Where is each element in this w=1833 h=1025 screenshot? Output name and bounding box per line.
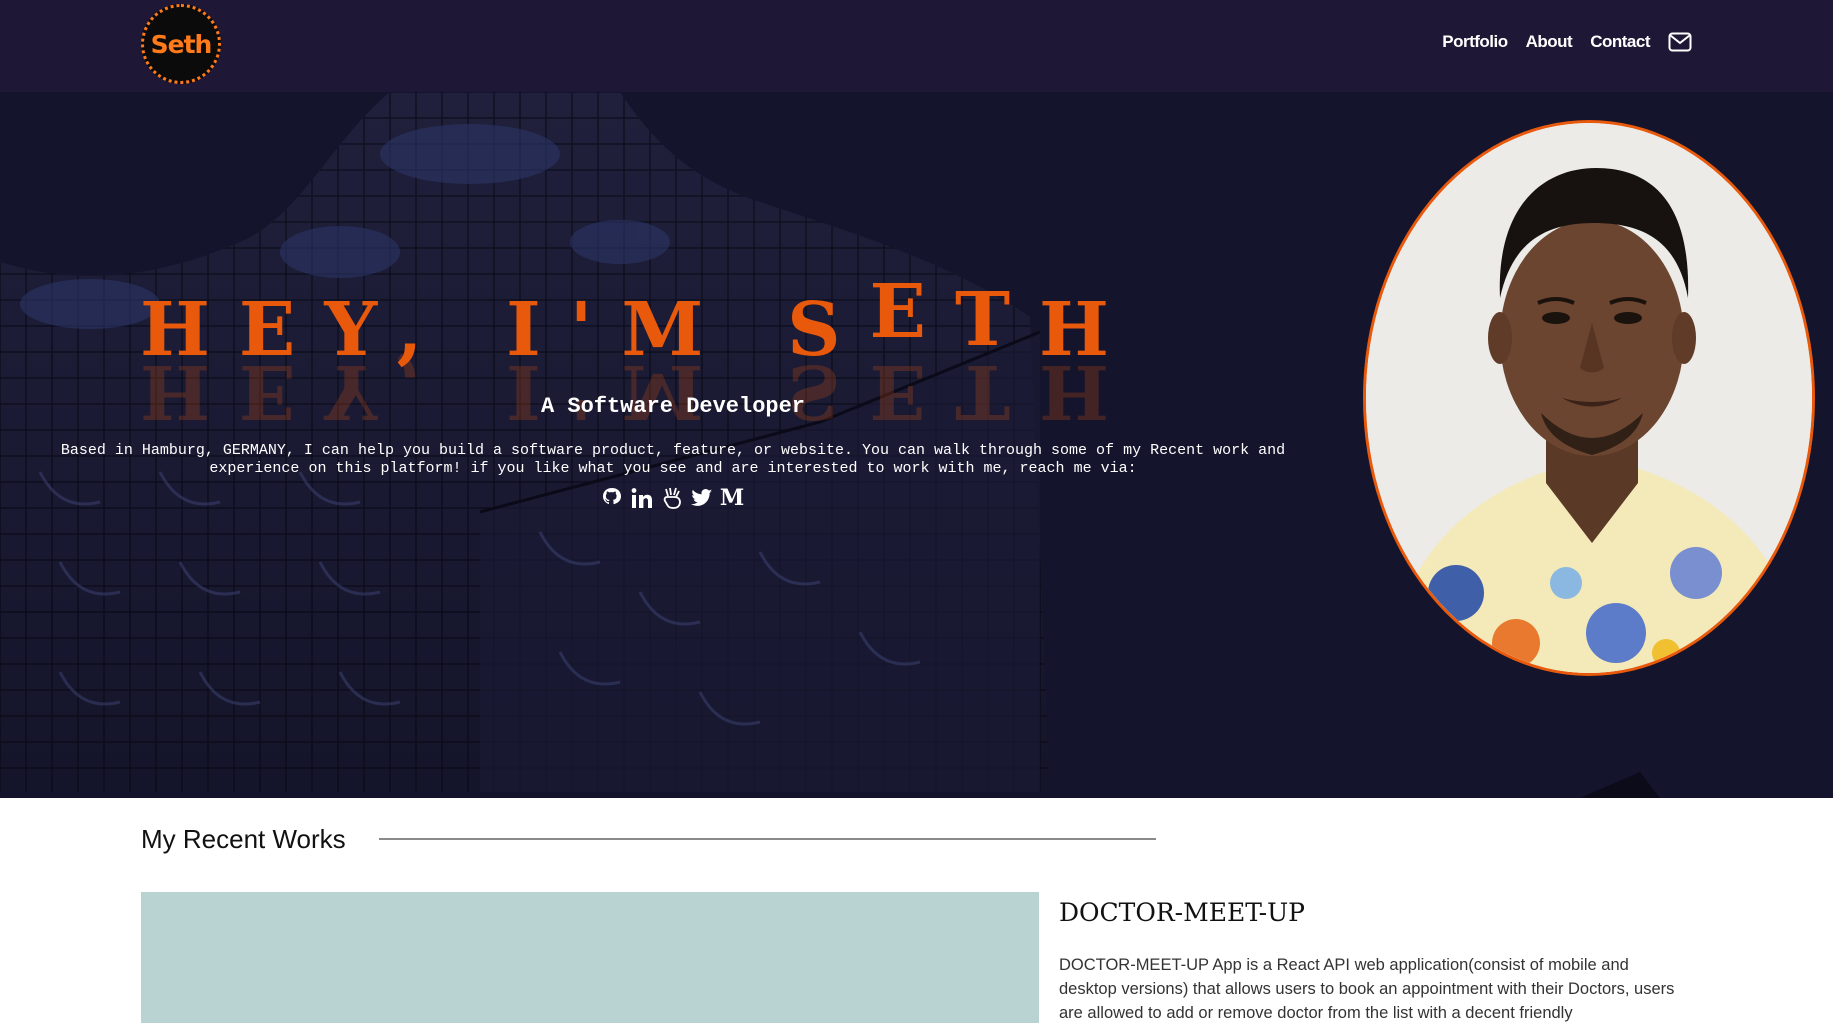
medium-glyph: M xyxy=(719,485,745,511)
hero-title-letter-e: E xyxy=(869,269,955,355)
navbar: Seth Portfolio About Contact xyxy=(0,0,1833,92)
linkedin-icon[interactable] xyxy=(630,486,654,510)
project-description: DOCTOR-MEET-UP App is a React API web ap… xyxy=(1059,956,1675,1022)
hero-section: HEY, I'M SETH HEY, I'M SETH A Software D… xyxy=(0,92,1833,798)
angellist-icon[interactable] xyxy=(660,486,684,510)
logo[interactable]: Seth xyxy=(141,4,221,84)
github-icon[interactable] xyxy=(600,486,624,510)
profile-portrait xyxy=(1363,120,1815,676)
logo-text: Seth xyxy=(150,29,213,59)
nav-links: Portfolio About Contact xyxy=(1424,32,1692,52)
hero-title-reflection: HEY, I'M SETH xyxy=(140,348,1138,434)
portrait-image xyxy=(1366,123,1812,673)
medium-icon[interactable]: M xyxy=(719,485,745,511)
nav-link-contact[interactable]: Contact xyxy=(1590,32,1650,52)
project-title: DOCTOR-MEET-UP xyxy=(1059,898,1305,927)
hero-subtitle: A Software Developer xyxy=(540,394,806,419)
hero-description: Based in Hamburg, GERMANY, I can help yo… xyxy=(60,442,1286,477)
nav-link-portfolio[interactable]: Portfolio xyxy=(1442,32,1508,52)
nav-link-about[interactable]: About xyxy=(1526,32,1573,52)
recent-works-heading: My Recent Works xyxy=(141,824,346,854)
twitter-icon[interactable] xyxy=(690,486,714,510)
social-links: M xyxy=(600,485,750,511)
project-preview-image[interactable] xyxy=(141,892,1039,1023)
section-divider xyxy=(379,838,1156,840)
envelope-icon[interactable] xyxy=(1668,32,1692,52)
